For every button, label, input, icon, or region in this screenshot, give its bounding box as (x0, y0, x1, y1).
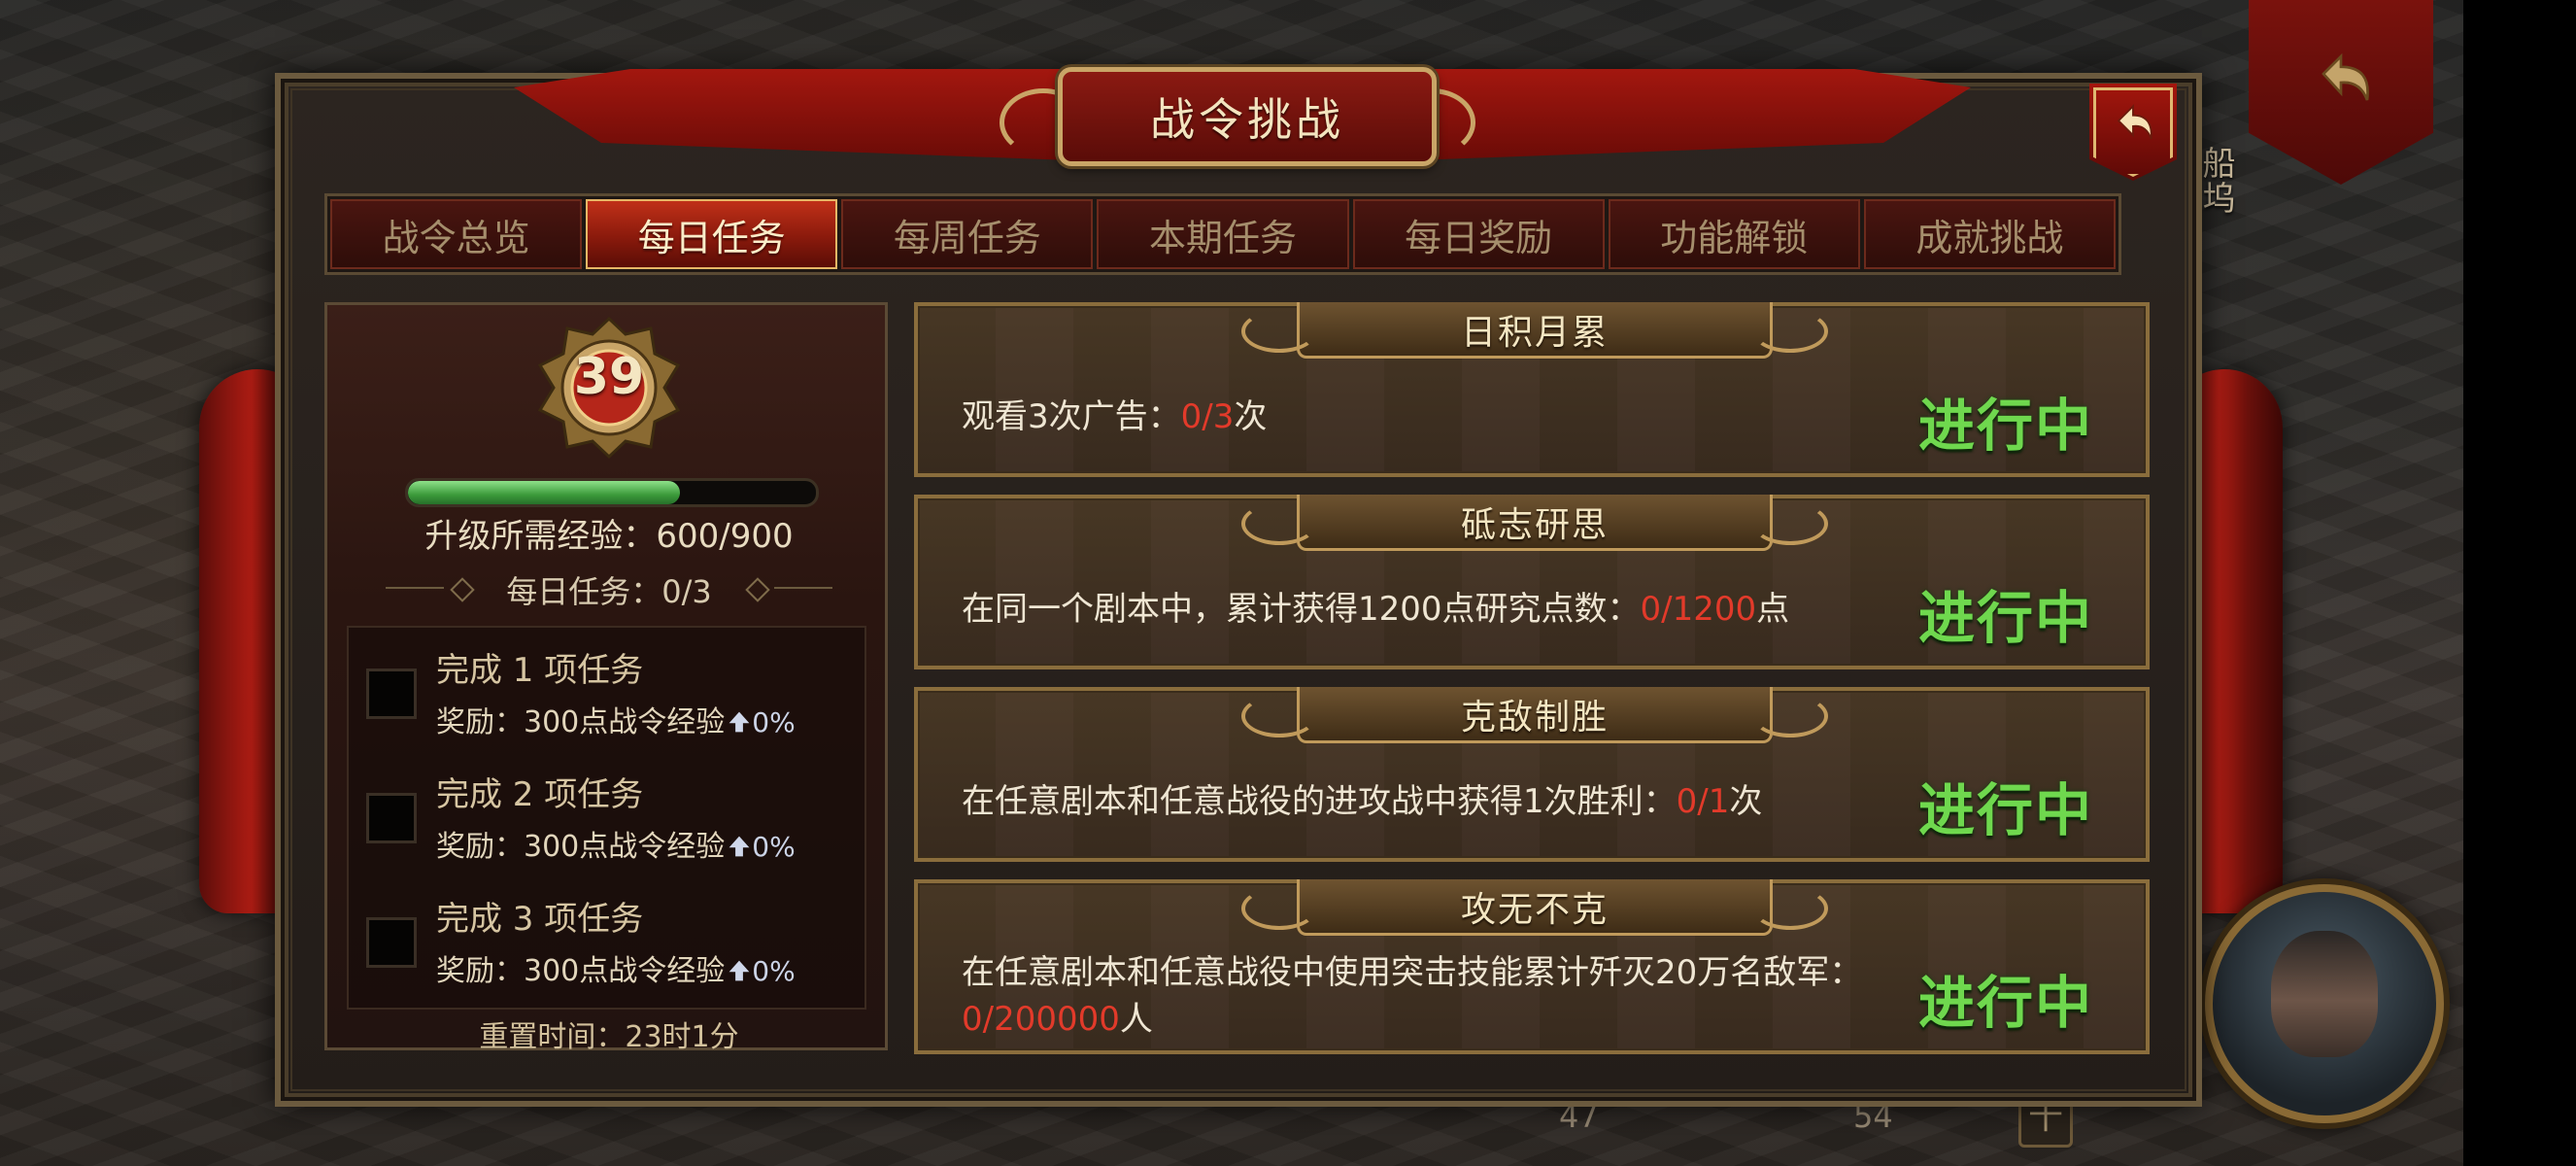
top-right-banner[interactable] (2249, 0, 2433, 185)
dock-label[interactable]: 船坞 (2196, 146, 2236, 216)
reset-time: 重置时间：23时1分 (479, 1020, 739, 1054)
milestone-title: 完成 1 项任务 (436, 651, 644, 690)
tab-season-tasks[interactable]: 本期任务 (1097, 199, 1349, 269)
exp-progress-bar (405, 478, 819, 507)
general-portrait[interactable] (2205, 884, 2444, 1123)
milestone-checkbox[interactable] (366, 917, 417, 968)
milestone-reward: 奖励：300点战令经验 0% (436, 698, 796, 740)
tab-feature-unlock[interactable]: 功能解锁 (1608, 199, 1860, 269)
tab-daily-rewards[interactable]: 每日奖励 (1352, 199, 1605, 269)
task-unit: 次 (1729, 782, 1763, 821)
task-description: 在任意剧本和任意战役中使用突击技能累计歼灭20万名敌军： 0/200000人 (962, 949, 1875, 1043)
milestone-item: 完成 2 项任务 奖励：300点战令经验 0% (349, 752, 868, 876)
task-card: 日积月累 观看3次广告：0/3次 进行中 (914, 302, 2150, 477)
task-card: 克敌制胜 在任意剧本和任意战役的进攻战中获得1次胜利：0/1次 进行中 (914, 687, 2150, 862)
tab-bar: 战令总览 每日任务 每周任务 本期任务 每日奖励 功能解锁 成就挑战 (324, 193, 2121, 275)
milestone-checkbox[interactable] (366, 669, 417, 719)
boost-up-arrow-icon (729, 711, 750, 733)
milestone-list: 完成 1 项任务 奖励：300点战令经验 0% 完成 2 项任务 奖励：300点战… (347, 626, 866, 1010)
milestone-reward-text: 奖励：300点战令经验 (436, 830, 726, 864)
battle-pass-panel: 战令挑战 战令总览 每日任务 每周任务 本期任务 每日奖励 功能解锁 成就挑战 (275, 67, 2202, 1107)
tab-overview[interactable]: 战令总览 (330, 199, 583, 269)
level-badge: 39 (536, 315, 682, 461)
exp-progress-fill (408, 481, 681, 504)
task-status: 进行中 (1917, 585, 2093, 651)
task-desc-text: 在任意剧本和任意战役中使用突击技能累计歼灭20万名敌军： (962, 953, 1863, 992)
milestone-checkbox[interactable] (366, 793, 417, 843)
milestone-reward: 奖励：300点战令经验 0% (436, 946, 796, 989)
task-unit: 点 (1756, 590, 1790, 629)
task-name: 砥志研思 (1460, 504, 1609, 545)
task-header: 克敌制胜 (1241, 687, 1828, 743)
task-description: 观看3次广告：0/3次 (962, 394, 1875, 440)
task-status: 进行中 (1917, 777, 2093, 843)
daily-task-progress: 每日任务：0/3 (506, 573, 712, 610)
task-name: 攻无不克 (1460, 889, 1609, 930)
panel-title-text: 战令挑战 (1150, 93, 1344, 146)
milestone-bonus: 0% (752, 955, 796, 987)
boost-up-arrow-icon (729, 836, 750, 857)
milestone-reward: 奖励：300点战令经验 0% (436, 822, 796, 865)
level-progress-panel: 39 升级所需经验：600/900 每日任务：0/3 完成 1 项任务 奖励：3… (324, 302, 888, 1054)
panel-title: 战令挑战 (1058, 67, 1437, 166)
task-desc-text: 在任意剧本和任意战役的进攻战中获得1次胜利： (962, 782, 1677, 821)
task-progress: 0/1 (1676, 782, 1730, 821)
divider-right (774, 587, 832, 589)
task-desc-text: 在同一个剧本中，累计获得1200点研究点数： (962, 590, 1641, 629)
task-header: 砥志研思 (1241, 495, 1828, 551)
milestone-item: 完成 1 项任务 奖励：300点战令经验 0% (349, 628, 868, 752)
tab-achievements[interactable]: 成就挑战 (1863, 199, 2116, 269)
task-progress: 0/200000 (962, 1000, 1120, 1039)
task-header: 攻无不克 (1241, 879, 1828, 936)
exp-text: 升级所需经验：600/900 (424, 517, 794, 556)
task-status: 进行中 (1917, 393, 2093, 459)
milestone-bonus: 0% (752, 831, 796, 863)
task-unit: 人 (1119, 1000, 1153, 1039)
milestone-bonus: 0% (752, 706, 796, 738)
back-button[interactable] (2089, 84, 2177, 181)
task-unit: 次 (1234, 397, 1268, 436)
milestone-item: 完成 3 项任务 奖励：300点战令经验 0% (349, 876, 868, 1001)
game-scene-background: 船坞 47 54 十 战令挑战 战令总览 每日任务 每周任务 本期任务 每日奖励… (0, 0, 2463, 1166)
boost-up-arrow-icon (729, 960, 750, 981)
return-arrow-icon (2322, 52, 2369, 101)
task-card: 攻无不克 在任意剧本和任意战役中使用突击技能累计歼灭20万名敌军： 0/20000… (914, 879, 2150, 1054)
task-progress: 0/3 (1180, 397, 1235, 436)
task-card: 砥志研思 在同一个剧本中，累计获得1200点研究点数：0/1200点 进行中 (914, 495, 2150, 669)
back-arrow-icon (2117, 104, 2152, 140)
task-status: 进行中 (1917, 970, 2093, 1036)
task-progress: 0/1200 (1640, 590, 1757, 629)
milestone-reward-text: 奖励：300点战令经验 (436, 705, 726, 739)
task-name: 克敌制胜 (1460, 697, 1609, 737)
tab-daily-tasks[interactable]: 每日任务 (586, 199, 838, 269)
milestone-title: 完成 3 项任务 (436, 900, 644, 939)
task-desc-text: 观看3次广告： (962, 397, 1181, 436)
task-description: 在同一个剧本中，累计获得1200点研究点数：0/1200点 (962, 586, 1875, 633)
tab-weekly-tasks[interactable]: 每周任务 (841, 199, 1094, 269)
task-name: 日积月累 (1460, 312, 1609, 353)
task-list[interactable]: 日积月累 观看3次广告：0/3次 进行中 砥志研思 在同一个剧本中，累计获得12… (914, 302, 2150, 1065)
level-number: 39 (573, 348, 645, 406)
task-description: 在任意剧本和任意战役的进攻战中获得1次胜利：0/1次 (962, 778, 1875, 825)
task-header: 日积月累 (1241, 302, 1828, 359)
milestone-title: 完成 2 项任务 (436, 775, 644, 814)
milestone-reward-text: 奖励：300点战令经验 (436, 954, 726, 988)
